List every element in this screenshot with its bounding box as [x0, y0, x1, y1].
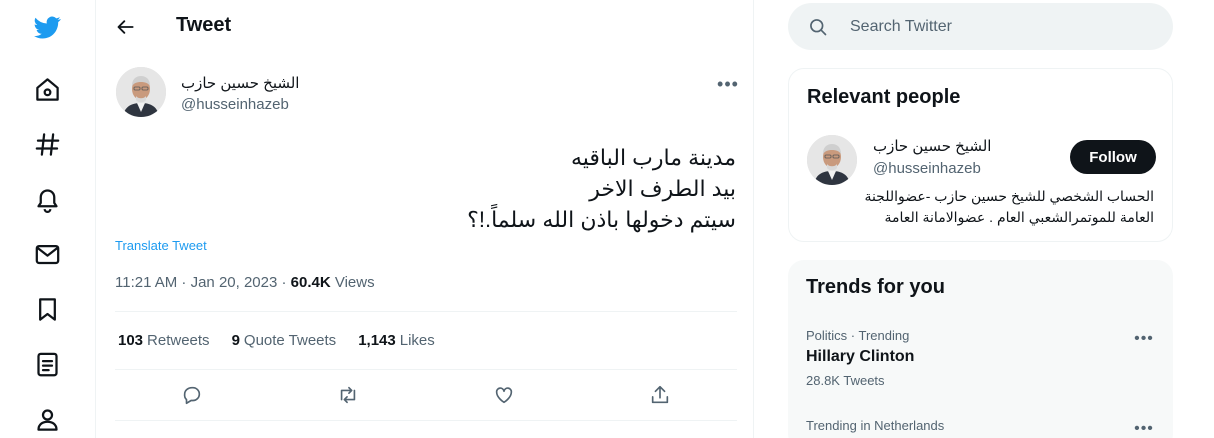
relevant-person-name[interactable]: الشيخ حسين حازب	[873, 137, 991, 155]
views-label: Views	[330, 274, 375, 291]
author-avatar[interactable]	[116, 67, 166, 117]
relevant-person-handle[interactable]: @husseinhazeb	[873, 160, 981, 177]
quote-tweets-stat[interactable]: 9 Quote Tweets	[232, 332, 337, 349]
reply-icon[interactable]	[175, 378, 209, 412]
twitter-logo-icon[interactable]	[30, 10, 64, 44]
more-options-icon[interactable]: •••	[714, 70, 742, 98]
home-icon[interactable]	[30, 72, 64, 106]
bio-line: العامة للموتمرالشعبي العام . عضوالامانة …	[884, 209, 1154, 225]
likes-stat[interactable]: 1,143 Likes	[358, 332, 435, 349]
tweet-actions	[96, 378, 753, 412]
trend-more-icon[interactable]: •••	[1130, 420, 1158, 438]
tweet-text: مدينة مارب الباقيه بيد الطرف الاخر سيتم …	[176, 142, 736, 235]
relevant-people-title: Relevant people	[807, 86, 961, 108]
retweet-icon[interactable]	[331, 378, 365, 412]
divider	[115, 420, 737, 421]
tweet-timestamp-views: 11:21 AM · Jan 20, 2023 · 60.4K Views	[115, 274, 375, 291]
trend-name: Hillary Clinton	[806, 348, 915, 365]
back-arrow-icon[interactable]	[110, 11, 142, 43]
trend-category: Politics · Trending	[806, 328, 910, 343]
trend-item[interactable]: Trending in Netherlands	[806, 418, 1156, 433]
bookmarks-icon[interactable]	[30, 292, 64, 326]
messages-envelope-icon[interactable]	[30, 237, 64, 271]
share-icon[interactable]	[643, 378, 677, 412]
engagement-stats: 103 Retweets 9 Quote Tweets 1,143 Likes	[118, 332, 435, 349]
follow-button[interactable]: Follow	[1070, 140, 1156, 174]
author-name[interactable]: الشيخ حسين حازب	[181, 74, 299, 92]
trend-item[interactable]: Politics · Trending Hillary Clinton 28.8…	[806, 328, 1156, 388]
tweet-detail-column: Tweet الشيخ حسين حازب @husseinhazeb ••• …	[95, 0, 754, 438]
translate-tweet-link[interactable]: Translate Tweet	[115, 238, 207, 253]
search-icon	[810, 19, 827, 36]
views-count: 60.4K	[290, 274, 331, 291]
author-handle[interactable]: @husseinhazeb	[181, 96, 289, 113]
trends-title: Trends for you	[806, 276, 945, 298]
retweets-stat[interactable]: 103 Retweets	[118, 332, 210, 349]
search-bar	[788, 3, 1173, 50]
like-heart-icon[interactable]	[487, 378, 521, 412]
search-input[interactable]	[850, 3, 1150, 50]
divider	[115, 369, 737, 370]
relevant-person-avatar[interactable]	[807, 135, 857, 185]
bio-line: الحساب الشخصي للشيخ حسين حازب -عضواللجنة	[864, 188, 1154, 204]
tweet-text-line: مدينة مارب الباقيه	[570, 145, 736, 170]
page-title: Tweet	[176, 14, 232, 36]
tweet-timestamp[interactable]: 11:21 AM · Jan 20, 2023 ·	[115, 274, 291, 291]
notifications-bell-icon[interactable]	[30, 182, 64, 216]
trends-card: Trends for you Politics · Trending Hilla…	[788, 260, 1173, 438]
trend-category: Trending in Netherlands	[806, 418, 945, 433]
divider	[115, 311, 737, 312]
trend-more-icon[interactable]: •••	[1130, 330, 1158, 350]
lists-icon[interactable]	[30, 347, 64, 381]
trend-count: 28.8K Tweets	[806, 373, 885, 388]
explore-hashtag-icon[interactable]	[30, 127, 64, 161]
profile-icon[interactable]	[30, 402, 64, 436]
left-navigation	[0, 0, 95, 438]
relevant-person-bio: الحساب الشخصي للشيخ حسين حازب -عضواللجنة…	[814, 186, 1154, 228]
tweet-header: Tweet	[96, 0, 753, 53]
tweet-text-line: بيد الطرف الاخر	[589, 176, 736, 201]
relevant-people-card: Relevant people الشيخ حسين حازب @hussein…	[788, 68, 1173, 242]
tweet-text-line: سيتم دخولها باذن الله سلماً.!؟	[467, 207, 736, 232]
